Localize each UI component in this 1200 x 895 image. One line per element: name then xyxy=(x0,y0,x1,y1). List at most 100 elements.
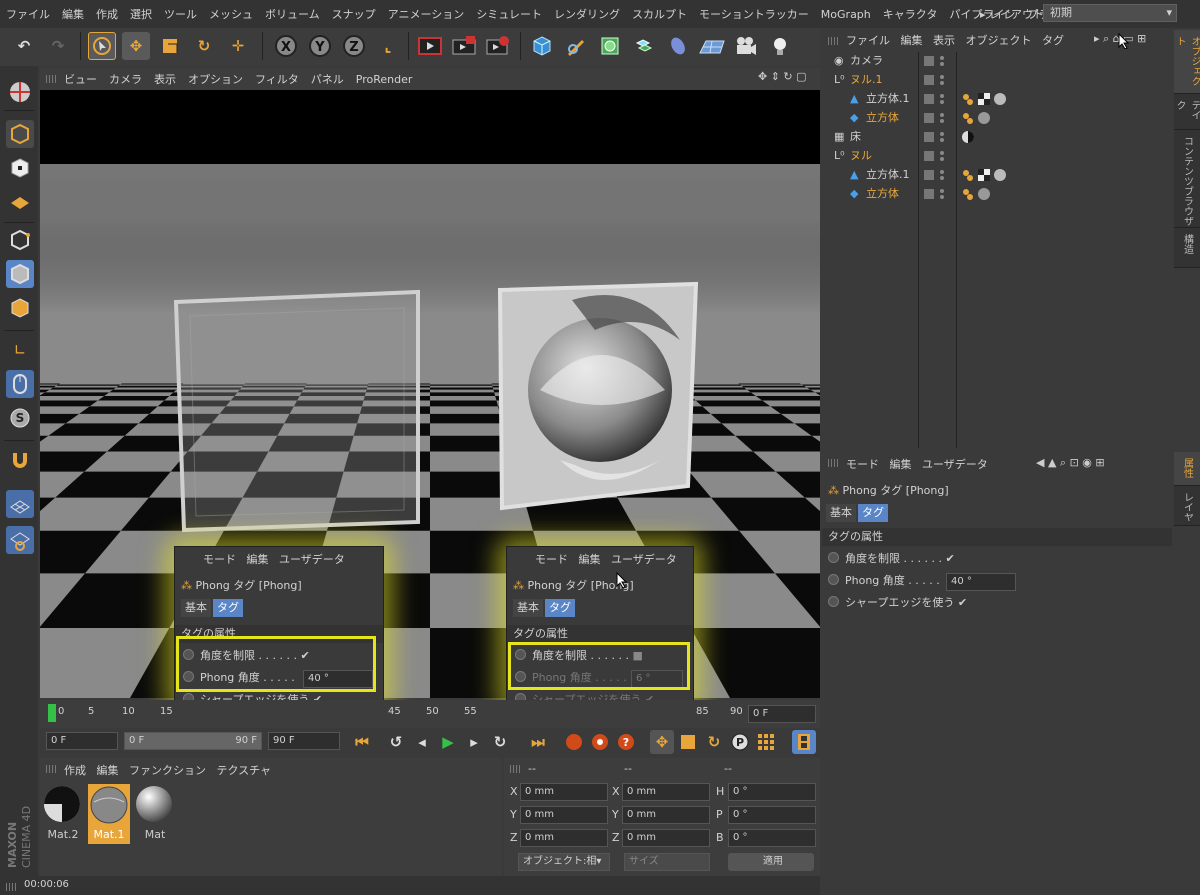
frame-range-slider[interactable]: 0 F 90 F xyxy=(124,732,262,750)
material-swatch-selected[interactable]: Mat.1 xyxy=(88,784,130,844)
om-menu-object[interactable]: オブジェクト xyxy=(966,34,1032,47)
tab-layers[interactable]: レイヤ xyxy=(1174,486,1200,526)
coord-mode-select[interactable]: オブジェクト:相▾ xyxy=(518,853,610,871)
material-menu-create[interactable]: 作成 xyxy=(64,764,86,777)
tab-content-browser[interactable]: コンテンツブラウザ xyxy=(1174,130,1200,228)
om-menu-file[interactable]: ファイル xyxy=(846,34,890,47)
layout-select[interactable]: 初期 xyxy=(1043,4,1177,22)
next-key-icon[interactable]: ↻ xyxy=(488,730,512,754)
menu-character[interactable]: キャラクタ xyxy=(883,6,938,22)
am-limit-check[interactable]: ✔ xyxy=(945,552,954,565)
om-menu-view[interactable]: 表示 xyxy=(933,34,955,47)
popup-right-tab-basic[interactable]: 基本 xyxy=(513,599,543,617)
redo-icon[interactable]: ↷ xyxy=(44,32,72,60)
object-tags[interactable] xyxy=(960,186,994,202)
pen-spline-icon[interactable] xyxy=(562,32,590,60)
visibility-toggle[interactable] xyxy=(924,93,950,105)
workplane-orientation-icon[interactable] xyxy=(6,526,34,554)
key-scale-icon[interactable] xyxy=(676,730,700,754)
tab-takes[interactable]: テイク xyxy=(1174,94,1200,130)
object-name[interactable]: ヌル.1 xyxy=(850,73,883,86)
menu-select[interactable]: 選択 xyxy=(130,6,152,22)
object-tags[interactable] xyxy=(960,129,976,145)
object-name[interactable]: 床 xyxy=(850,130,861,143)
popup-right-tab-tag[interactable]: タグ xyxy=(545,599,575,617)
visibility-toggle[interactable] xyxy=(924,169,950,181)
workplane-mode-icon[interactable] xyxy=(6,188,34,216)
object-name[interactable]: 立方体.1 xyxy=(866,92,910,105)
coord-size-select[interactable]: サイズ xyxy=(624,853,710,871)
tweak-mode-icon[interactable] xyxy=(6,370,34,398)
menu-volume[interactable]: ボリューム xyxy=(265,6,320,22)
play-icon[interactable]: ▶ xyxy=(436,730,460,754)
viewport-menu-panel[interactable]: パネル xyxy=(311,71,344,87)
axis-mode-icon[interactable]: ∟ xyxy=(6,336,34,364)
object-name[interactable]: 立方体.1 xyxy=(866,168,910,181)
end-frame-field[interactable]: 90 F xyxy=(268,732,340,750)
am-menu-userdata[interactable]: ユーザデータ xyxy=(922,458,988,471)
prev-key-icon[interactable]: ↺ xyxy=(384,730,408,754)
popup-right-menu-edit[interactable]: 編集 xyxy=(579,553,601,566)
rotate-tool-icon[interactable]: ↻ xyxy=(190,32,218,60)
make-editable-icon[interactable] xyxy=(6,78,34,106)
render-view-icon[interactable] xyxy=(416,32,444,60)
snap-magnet-icon[interactable] xyxy=(6,446,34,474)
object-tags[interactable] xyxy=(960,167,1012,183)
menu-motion-tracker[interactable]: モーショントラッカー xyxy=(699,6,809,22)
points-mode-icon[interactable] xyxy=(6,226,34,254)
am-nav-icons[interactable]: ◀ ▲ ⌕ ⊡ ◉ ⊞ xyxy=(1036,456,1105,470)
object-name[interactable]: 立方体 xyxy=(866,187,899,200)
menu-tools[interactable]: ツール xyxy=(164,6,197,22)
tab-attributes[interactable]: 属性 xyxy=(1174,452,1200,486)
solo-mode-icon[interactable]: S xyxy=(6,404,34,432)
tab-objects[interactable]: オブジェクト xyxy=(1174,30,1200,94)
menu-edit[interactable]: 編集 xyxy=(62,6,84,22)
am-tab-tag[interactable]: タグ xyxy=(858,504,888,522)
floor-scene-icon[interactable] xyxy=(698,32,726,60)
menu-mesh[interactable]: メッシュ xyxy=(209,6,253,22)
menu-sculpt[interactable]: スカルプト xyxy=(632,6,687,22)
material-swatch[interactable]: Mat.2 xyxy=(42,784,84,844)
menu-simulate[interactable]: シミュレート xyxy=(476,6,542,22)
camera-icon[interactable] xyxy=(732,32,760,60)
x-axis-icon[interactable]: X xyxy=(272,32,300,60)
am-sharp-check[interactable]: ✔ xyxy=(958,596,967,609)
coord-size-x-field[interactable]: 0 mm xyxy=(622,783,710,801)
undo-icon[interactable]: ↶ xyxy=(10,32,38,60)
am-angle-field[interactable]: 40 ° xyxy=(946,573,1016,591)
render-settings-icon[interactable] xyxy=(484,32,512,60)
popup-right-menu-userdata[interactable]: ユーザデータ xyxy=(611,553,677,566)
subdivision-surface-icon[interactable] xyxy=(596,32,624,60)
viewport[interactable] xyxy=(40,90,820,698)
am-tab-basic[interactable]: 基本 xyxy=(826,504,856,522)
object-name[interactable]: 立方体 xyxy=(866,111,899,124)
cube-object-icon[interactable] xyxy=(528,32,556,60)
object-row[interactable]: ◆ 立方体 xyxy=(826,109,1166,127)
object-row[interactable]: ▦ 床 xyxy=(826,128,1166,146)
texture-mode-icon[interactable] xyxy=(6,154,34,182)
playhead[interactable] xyxy=(48,704,56,722)
coord-size-y-field[interactable]: 0 mm xyxy=(622,806,710,824)
viewport-menu-prorender[interactable]: ProRender xyxy=(356,73,413,86)
edges-mode-icon[interactable] xyxy=(6,260,34,288)
object-tags[interactable] xyxy=(960,91,1012,107)
visibility-toggle[interactable] xyxy=(924,131,950,143)
viewport-menu-filter[interactable]: フィルタ xyxy=(255,71,299,87)
key-position-icon[interactable]: ✥ xyxy=(650,730,674,754)
coord-pos-x-field[interactable]: 0 mm xyxy=(520,783,608,801)
menu-create[interactable]: 作成 xyxy=(96,6,118,22)
am-angle-radio[interactable] xyxy=(828,574,839,585)
coord-pos-z-field[interactable]: 0 mm xyxy=(520,829,608,847)
am-menu-mode[interactable]: モード xyxy=(846,458,879,471)
coord-pos-y-field[interactable]: 0 mm xyxy=(520,806,608,824)
light-icon[interactable] xyxy=(766,32,794,60)
om-menu-edit[interactable]: 編集 xyxy=(901,34,923,47)
polygons-mode-icon[interactable] xyxy=(6,294,34,322)
keyframe-selection-icon[interactable]: ? xyxy=(614,730,638,754)
visibility-toggle[interactable] xyxy=(924,150,950,162)
object-name[interactable]: ヌル xyxy=(850,149,872,162)
tab-structure[interactable]: 構造 xyxy=(1174,228,1200,268)
autokey-icon[interactable] xyxy=(588,730,612,754)
move-tool-icon[interactable]: ✥ xyxy=(122,32,150,60)
coord-rot-p-field[interactable]: 0 ° xyxy=(728,806,816,824)
